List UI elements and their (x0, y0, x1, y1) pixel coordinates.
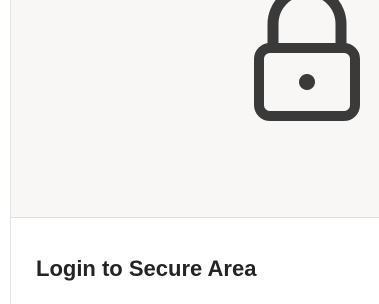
card-media (11, 0, 379, 218)
secure-area-login-card[interactable]: Login to Secure Area (10, 0, 379, 304)
lock-icon (254, 0, 360, 121)
card-title: Login to Secure Area (36, 256, 257, 281)
